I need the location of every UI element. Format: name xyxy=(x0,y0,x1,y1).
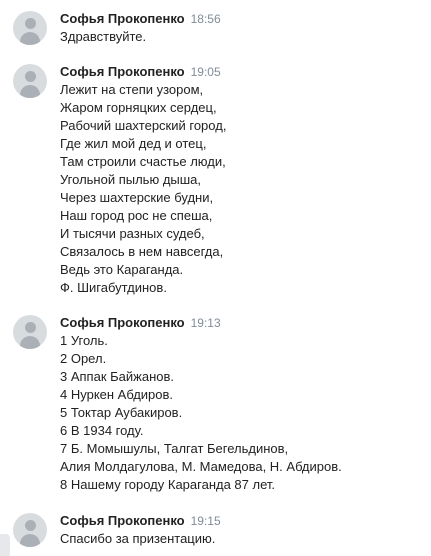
message-header: Софья Прокопенко 18:56 xyxy=(60,11,221,27)
message-line: И тысячи разных судеб, xyxy=(60,226,205,241)
scroll-edge xyxy=(0,534,10,556)
message-line: 8 Нашему городу Караганда 87 лет. xyxy=(60,477,276,492)
message-header: Софья Прокопенко 19:13 xyxy=(60,315,221,331)
message-line: Где жил мой дед и отец, xyxy=(60,136,207,151)
message-time[interactable]: 19:13 xyxy=(191,316,221,330)
author-name[interactable]: Софья Прокопенко xyxy=(60,513,185,528)
message-text: Здравствуйте. xyxy=(60,28,146,46)
message-line: 1 Уголь. xyxy=(60,333,108,348)
avatar[interactable] xyxy=(13,64,47,98)
message-line: Ведь это Караганда. xyxy=(60,262,184,277)
message-line: 6 В 1934 году. xyxy=(60,423,144,438)
message-line: Там строили счастье люди, xyxy=(60,154,226,169)
message-line: 2 Орел. xyxy=(60,351,107,366)
message-time[interactable]: 18:56 xyxy=(191,12,221,26)
message-text: 1 Уголь. 2 Орел. 3 Аппак Байжанов. 4 Нур… xyxy=(60,332,342,494)
message-feed: Софья Прокопенко 18:56 Здравствуйте. Софь… xyxy=(0,0,431,556)
message-line: 3 Аппак Байжанов. xyxy=(60,369,174,384)
author-name[interactable]: Софья Прокопенко xyxy=(60,315,185,330)
user-silhouette-icon xyxy=(25,520,36,531)
message-line: Угольной пылью дыша, xyxy=(60,172,202,187)
author-name[interactable]: Софья Прокопенко xyxy=(60,64,185,79)
message-line: Здравствуйте. xyxy=(60,29,147,44)
message-line: Жаром горняцких сердец, xyxy=(60,100,217,115)
author-name[interactable]: Софья Прокопенко xyxy=(60,11,185,26)
message-line: Алия Молдагулова, М. Мамедова, Н. Абдиро… xyxy=(60,459,342,474)
message-header: Софья Прокопенко 19:05 xyxy=(60,64,221,80)
message-line: Лежит на степи узором, xyxy=(60,82,204,97)
message-header: Софья Прокопенко 19:15 xyxy=(60,513,221,529)
user-silhouette-icon xyxy=(25,71,36,82)
message-time[interactable]: 19:15 xyxy=(191,514,221,528)
message-line: Связалось в нем навсегда, xyxy=(60,244,224,259)
message-text: Лежит на степи узором, Жаром горняцких с… xyxy=(60,81,226,297)
avatar[interactable] xyxy=(13,315,47,349)
message-line: Рабочий шахтерский город, xyxy=(60,118,227,133)
message-line: Через шахтерские будни, xyxy=(60,190,214,205)
avatar[interactable] xyxy=(13,513,47,547)
message-text: Спасибо за призентацию. xyxy=(60,530,215,548)
message-line: 7 Б. Момышулы, Талгат Бегельдинов, xyxy=(60,441,289,456)
message-time[interactable]: 19:05 xyxy=(191,65,221,79)
message-line: 5 Токтар Аубакиров. xyxy=(60,405,183,420)
message-line: Наш город рос не спеша, xyxy=(60,208,213,223)
message-line: Спасибо за призентацию. xyxy=(60,531,216,546)
message-line: Ф. Шигабутдинов. xyxy=(60,280,167,295)
avatar[interactable] xyxy=(13,11,47,45)
message-line: 4 Нуркен Абдиров. xyxy=(60,387,174,402)
user-silhouette-icon xyxy=(25,322,36,333)
user-silhouette-icon xyxy=(25,18,36,29)
